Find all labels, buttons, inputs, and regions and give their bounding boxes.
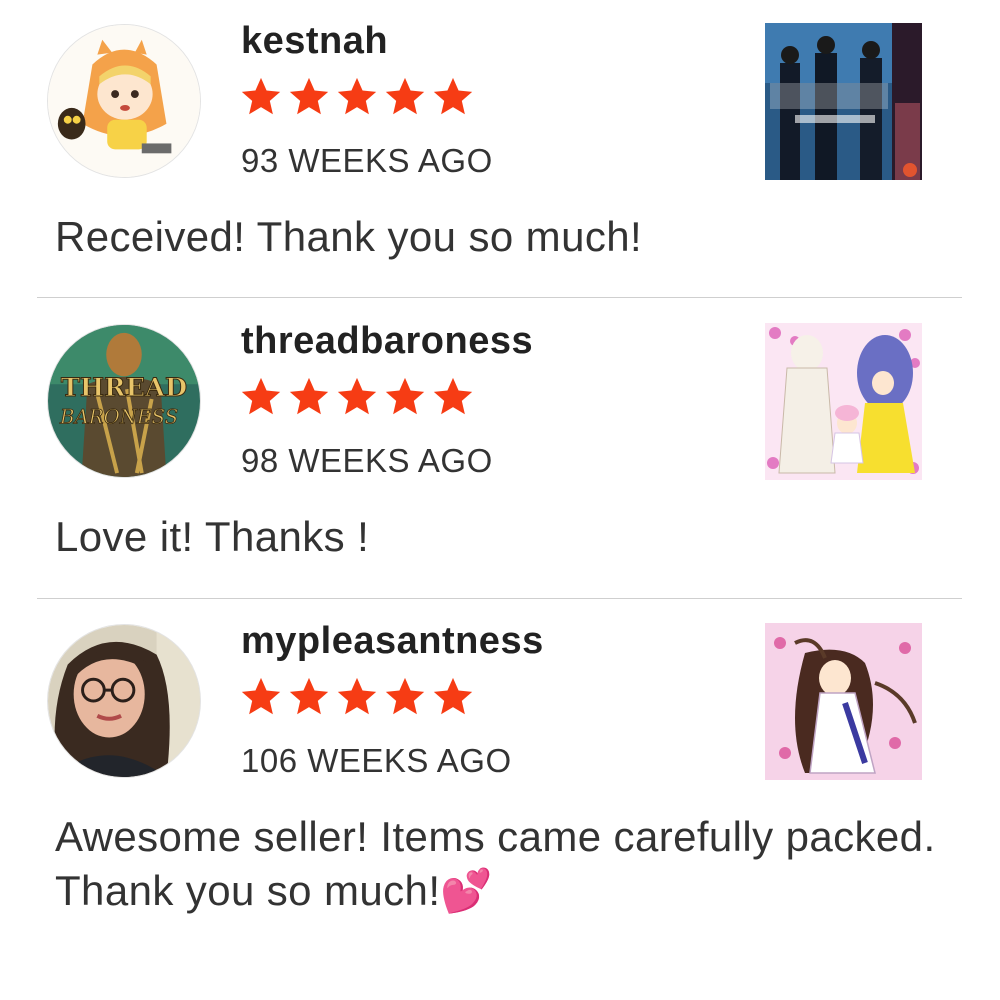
- divider: [37, 297, 962, 298]
- reviewer-username[interactable]: mypleasantness: [241, 620, 544, 663]
- star-icon: [289, 77, 329, 115]
- star-icon: [433, 377, 473, 415]
- star-icon: [385, 377, 425, 415]
- review-comment: Awesome seller! Items came carefully pac…: [55, 813, 936, 914]
- star-icon: [289, 377, 329, 415]
- avatar-text: THREAD: [61, 373, 187, 403]
- star-icon: [241, 677, 281, 715]
- thread-baroness-logo-icon[interactable]: THREAD BARONESS: [47, 324, 201, 478]
- cartoon-girl-avatar-icon[interactable]: [47, 24, 201, 178]
- review-comment: Love it! Thanks !: [55, 513, 370, 560]
- divider: [37, 598, 962, 599]
- star-icon: [385, 677, 425, 715]
- review-timestamp: 98 WEEKS AGO: [241, 442, 493, 479]
- star-icon: [433, 677, 473, 715]
- rating-stars: [238, 74, 476, 124]
- star-icon: [289, 677, 329, 715]
- star-icon: [337, 77, 377, 115]
- reviewer-username[interactable]: kestnah: [241, 20, 388, 63]
- rating-stars: [238, 374, 476, 424]
- star-icon: [337, 677, 377, 715]
- star-icon: [241, 377, 281, 415]
- star-icon: [433, 77, 473, 115]
- avatar-text: BARONESS: [59, 406, 178, 429]
- review-comment: Received! Thank you so much!: [55, 213, 643, 260]
- rating-stars: [238, 674, 476, 724]
- review-timestamp: 93 WEEKS AGO: [241, 142, 493, 179]
- star-icon: [385, 77, 425, 115]
- reviewer-username[interactable]: threadbaroness: [241, 320, 533, 363]
- anime-illustration-icon[interactable]: [765, 623, 922, 780]
- seven-days-manga-cover-icon[interactable]: [765, 23, 922, 180]
- user-photo-avatar-icon[interactable]: [47, 624, 201, 778]
- star-icon: [241, 77, 281, 115]
- review-timestamp: 106 WEEKS AGO: [241, 742, 512, 779]
- sailor-moon-art-icon[interactable]: [765, 323, 922, 480]
- star-icon: [337, 377, 377, 415]
